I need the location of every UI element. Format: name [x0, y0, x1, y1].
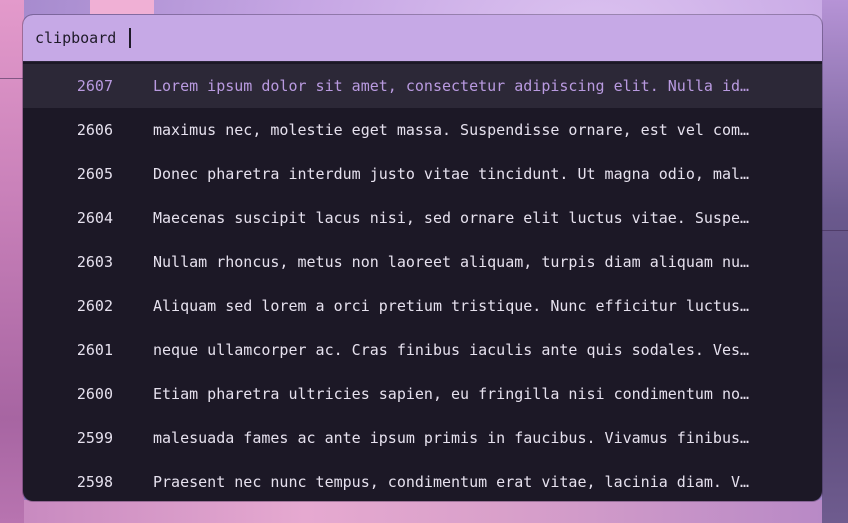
wallpaper-building-top	[90, 0, 154, 14]
entry-id: 2601	[76, 341, 113, 359]
search-bar[interactable]: clipboard	[23, 15, 822, 62]
entry-id: 2599	[76, 429, 113, 447]
clipboard-launcher-window: clipboard 2607 Lorem ipsum dolor sit amet…	[23, 15, 822, 501]
entry-text: neque ullamcorper ac. Cras finibus iacul…	[153, 341, 750, 359]
list-item[interactable]: 2602 Aliquam sed lorem a orci pretium tri…	[23, 284, 822, 328]
entry-text: maximus nec, molestie eget massa. Suspen…	[153, 121, 750, 139]
entry-text: Donec pharetra interdum justo vitae tinc…	[153, 165, 750, 183]
entry-id: 2600	[76, 385, 113, 403]
entry-text: Aliquam sed lorem a orci pretium tristiq…	[153, 297, 750, 315]
list-item[interactable]: 2598 Praesent nec nunc tempus, condimentu…	[23, 460, 822, 501]
entry-text: Lorem ipsum dolor sit amet, consectetur …	[153, 77, 750, 95]
search-query-text: clipboard	[35, 29, 117, 47]
list-item[interactable]: 2603 Nullam rhoncus, metus non laoreet al…	[23, 240, 822, 284]
entry-id: 2604	[76, 209, 113, 227]
list-item[interactable]: 2605 Donec pharetra interdum justo vitae …	[23, 152, 822, 196]
entry-id: 2606	[76, 121, 113, 139]
wallpaper-pole-right	[822, 0, 848, 523]
entry-text: Etiam pharetra ultricies sapien, eu frin…	[153, 385, 750, 403]
list-item[interactable]: 2604 Maecenas suscipit lacus nisi, sed or…	[23, 196, 822, 240]
clipboard-entry-list: 2607 Lorem ipsum dolor sit amet, consecte…	[23, 62, 822, 501]
search-input[interactable]: clipboard	[35, 28, 132, 48]
wallpaper-wire	[822, 230, 848, 231]
list-item[interactable]: 2599 malesuada fames ac ante ipsum primis…	[23, 416, 822, 460]
list-item[interactable]: 2606 maximus nec, molestie eget massa. Su…	[23, 108, 822, 152]
entry-id: 2603	[76, 253, 113, 271]
text-caret	[129, 28, 132, 48]
list-item[interactable]: 2600 Etiam pharetra ultricies sapien, eu …	[23, 372, 822, 416]
entry-text: Nullam rhoncus, metus non laoreet aliqua…	[153, 253, 750, 271]
list-item[interactable]: 2601 neque ullamcorper ac. Cras finibus i…	[23, 328, 822, 372]
entry-text: malesuada fames ac ante ipsum primis in …	[153, 429, 750, 447]
entry-id: 2602	[76, 297, 113, 315]
entry-id: 2605	[76, 165, 113, 183]
entry-text: Praesent nec nunc tempus, condimentum er…	[153, 473, 750, 491]
list-item-selected[interactable]: 2607 Lorem ipsum dolor sit amet, consecte…	[23, 64, 822, 108]
wallpaper-wire	[0, 78, 24, 79]
entry-id: 2607	[76, 77, 113, 95]
entry-id: 2598	[76, 473, 113, 491]
entry-text: Maecenas suscipit lacus nisi, sed ornare…	[153, 209, 750, 227]
wallpaper-buildings-bottom	[24, 500, 824, 523]
